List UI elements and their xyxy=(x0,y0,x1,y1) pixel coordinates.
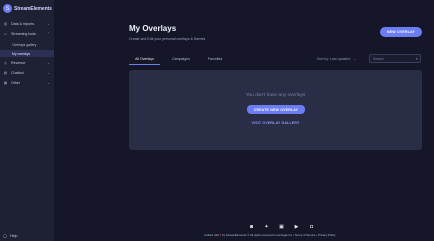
sidebar-item-label: Streaming tools xyxy=(11,32,36,36)
sort-label: Sort by: Last updated xyxy=(317,57,351,61)
footer-copyright: © All rights reserved to Carnegie Inc xyxy=(247,233,293,237)
sidebar-subitem-label: Overlays gallery xyxy=(12,42,37,47)
sidebar-item-label: Other xyxy=(11,81,20,85)
help-link[interactable]: ◯ Help xyxy=(3,234,17,238)
social-links: ◙ ✦ ▣ ▶ ◘ xyxy=(248,223,315,230)
sidebar-item-other[interactable]: ▦ Other ⌄ xyxy=(0,79,54,87)
sidebar-item-label: Data & reports xyxy=(11,22,35,26)
privacy-link[interactable]: Privacy Policy xyxy=(318,233,335,237)
chevron-down-icon: ⌄ xyxy=(46,81,50,85)
chevron-down-icon: ⌄ xyxy=(353,57,357,61)
visit-overlay-gallery-link[interactable]: VISIT OVERLAY GALLERY xyxy=(129,121,422,125)
dollar-icon: ◎ xyxy=(3,61,8,65)
discord-icon[interactable]: ◘ xyxy=(308,223,315,230)
tab-all-overlays[interactable]: All Overlays xyxy=(129,54,160,65)
chevron-down-icon: ⌄ xyxy=(46,71,50,75)
chat-icon: ▤ xyxy=(3,71,8,75)
tab-campaigns[interactable]: Campaigns xyxy=(167,54,195,64)
terms-link[interactable]: Terms of Service xyxy=(295,233,316,237)
chart-icon: ▥ xyxy=(3,22,8,26)
page-title: My Overlays xyxy=(129,24,177,33)
footer: Crafted with ♥ by StreamElements © All r… xyxy=(204,233,336,237)
sidebar-item-label: Revenue xyxy=(11,61,26,65)
grid-icon: ▦ xyxy=(3,81,8,85)
sidebar: S StreamElements ▥ Data & reports ⌄ ▭ St… xyxy=(0,0,54,241)
sidebar-item-label: Chatbot xyxy=(11,71,24,75)
search-input[interactable] xyxy=(373,56,413,62)
sidebar-item-streaming-tools[interactable]: ▭ Streaming tools ⌃ xyxy=(0,30,54,38)
search-icon[interactable]: ⌕ xyxy=(416,56,418,61)
facebook-icon[interactable]: ▣ xyxy=(278,223,285,230)
sort-dropdown[interactable]: Sort by: Last updated ⌄ xyxy=(317,57,356,61)
sidebar-item-chatbot[interactable]: ▤ Chatbot ⌄ xyxy=(0,69,54,77)
new-overlay-button[interactable]: NEW OVERLAY xyxy=(380,27,422,37)
sidebar-subitem-overlays-gallery[interactable]: Overlays gallery xyxy=(0,41,54,48)
logo-text: StreamElements xyxy=(14,5,52,12)
youtube-icon[interactable]: ▶ xyxy=(293,223,300,230)
empty-state-message: You don't have any overlays xyxy=(245,93,306,98)
footer-brand: StreamElements xyxy=(225,233,247,237)
footer-crafted-by: by xyxy=(222,233,226,237)
help-label: Help xyxy=(10,234,18,238)
help-icon: ◯ xyxy=(3,234,8,238)
chevron-up-icon: ⌃ xyxy=(46,32,50,36)
video-icon: ▭ xyxy=(3,32,8,36)
sidebar-item-revenue[interactable]: ◎ Revenue ⌄ xyxy=(0,59,54,67)
sidebar-item-data-reports[interactable]: ▥ Data & reports ⌄ xyxy=(0,20,54,28)
logo[interactable]: S StreamElements xyxy=(3,4,52,13)
search-box: ⌕ xyxy=(369,54,421,63)
logo-icon: S xyxy=(3,4,12,13)
create-new-overlay-button[interactable]: CREATE NEW OVERLAY xyxy=(247,105,305,114)
tab-favorites[interactable]: Favorites xyxy=(201,54,229,64)
chevron-down-icon: ⌄ xyxy=(46,22,50,26)
sidebar-subitem-my-overlays[interactable]: My overlays xyxy=(0,50,54,57)
footer-crafted-prefix: Crafted with xyxy=(204,233,219,237)
instagram-icon[interactable]: ◙ xyxy=(248,223,255,230)
twitter-icon[interactable]: ✦ xyxy=(263,223,270,230)
sidebar-subitem-label: My overlays xyxy=(12,51,31,56)
page-subtitle: Create and Edit your personal overlays &… xyxy=(129,37,206,41)
chevron-down-icon: ⌄ xyxy=(46,61,50,65)
overlays-panel: You don't have any overlays CREATE NEW O… xyxy=(129,70,422,150)
